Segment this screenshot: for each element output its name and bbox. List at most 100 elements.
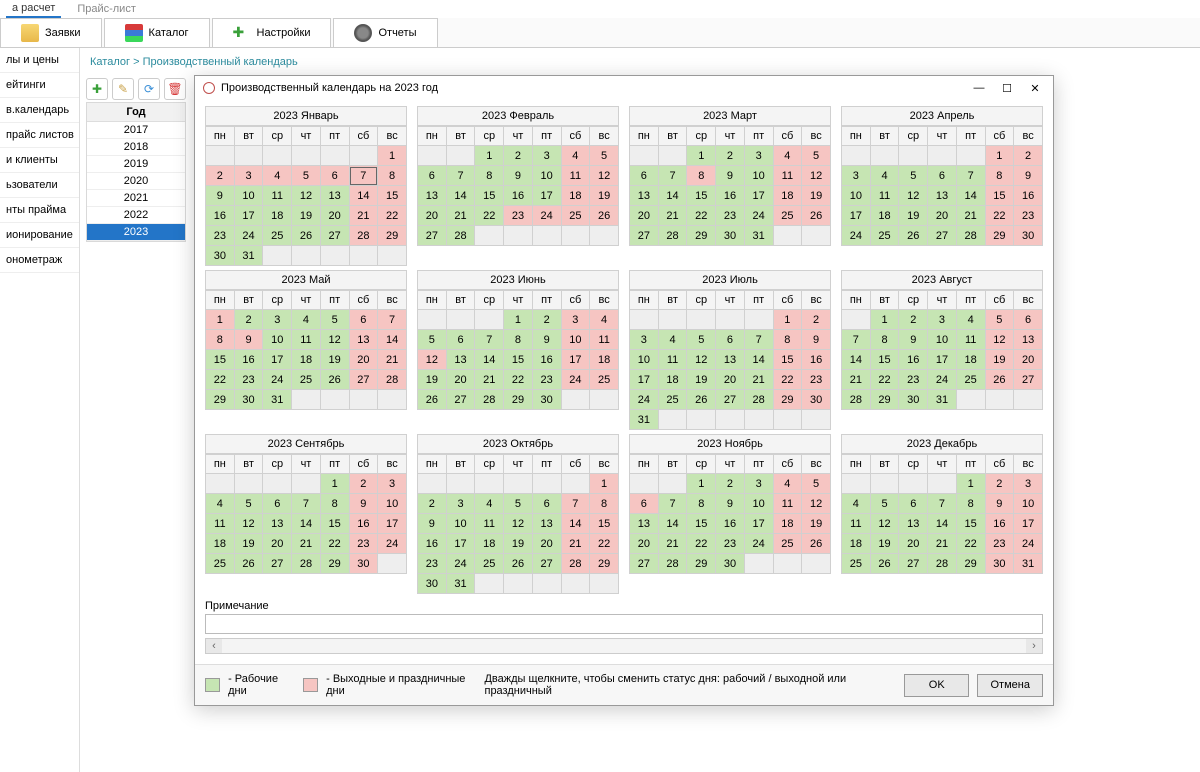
day-11-19[interactable]: 19: [802, 514, 831, 534]
day-11-23[interactable]: 23: [716, 534, 745, 554]
day-10-7[interactable]: 7: [561, 494, 590, 514]
day-1-17[interactable]: 17: [234, 206, 263, 226]
day-6-20[interactable]: 20: [446, 370, 475, 390]
day-6-29[interactable]: 29: [504, 390, 533, 410]
day-2-23[interactable]: 23: [504, 206, 533, 226]
year-2017[interactable]: 2017: [87, 122, 185, 139]
day-5-24[interactable]: 24: [263, 370, 292, 390]
day-12-10[interactable]: 10: [1014, 494, 1043, 514]
day-9-29[interactable]: 29: [320, 554, 349, 574]
note-input[interactable]: [205, 614, 1043, 634]
day-6-22[interactable]: 22: [504, 370, 533, 390]
day-10-20[interactable]: 20: [532, 534, 561, 554]
day-10-9[interactable]: 9: [418, 514, 447, 534]
day-2-3[interactable]: 3: [532, 146, 561, 166]
day-3-14[interactable]: 14: [658, 186, 687, 206]
day-10-11[interactable]: 11: [475, 514, 504, 534]
day-8-27[interactable]: 27: [1014, 370, 1043, 390]
day-6-2[interactable]: 2: [532, 310, 561, 330]
day-7-20[interactable]: 20: [716, 370, 745, 390]
day-3-12[interactable]: 12: [802, 166, 831, 186]
day-7-9[interactable]: 9: [802, 330, 831, 350]
day-6-30[interactable]: 30: [532, 390, 561, 410]
day-1-24[interactable]: 24: [234, 226, 263, 246]
day-10-13[interactable]: 13: [532, 514, 561, 534]
day-5-11[interactable]: 11: [292, 330, 321, 350]
day-7-24[interactable]: 24: [630, 390, 659, 410]
day-4-8[interactable]: 8: [985, 166, 1014, 186]
day-12-11[interactable]: 11: [842, 514, 871, 534]
day-8-12[interactable]: 12: [985, 330, 1014, 350]
day-9-13[interactable]: 13: [263, 514, 292, 534]
day-8-9[interactable]: 9: [899, 330, 928, 350]
day-8-22[interactable]: 22: [870, 370, 899, 390]
sidebar-item-8[interactable]: онометраж: [0, 248, 79, 273]
day-8-16[interactable]: 16: [899, 350, 928, 370]
day-1-29[interactable]: 29: [378, 226, 407, 246]
day-11-15[interactable]: 15: [687, 514, 716, 534]
day-3-1[interactable]: 1: [687, 146, 716, 166]
day-8-21[interactable]: 21: [842, 370, 871, 390]
subtab-calc[interactable]: а расчет: [6, 0, 61, 18]
day-1-2[interactable]: 2: [206, 166, 235, 186]
delete-button[interactable]: 🗑: [164, 78, 186, 100]
day-12-28[interactable]: 28: [928, 554, 957, 574]
day-1-9[interactable]: 9: [206, 186, 235, 206]
day-12-4[interactable]: 4: [842, 494, 871, 514]
crumb-prodcal[interactable]: Производственный календарь: [143, 56, 298, 68]
day-2-18[interactable]: 18: [561, 186, 590, 206]
day-8-5[interactable]: 5: [985, 310, 1014, 330]
day-5-31[interactable]: 31: [263, 390, 292, 410]
day-3-7[interactable]: 7: [658, 166, 687, 186]
day-3-30[interactable]: 30: [716, 226, 745, 246]
add-button[interactable]: ✚: [86, 78, 108, 100]
day-6-4[interactable]: 4: [590, 310, 619, 330]
day-9-27[interactable]: 27: [263, 554, 292, 574]
day-3-27[interactable]: 27: [630, 226, 659, 246]
day-3-23[interactable]: 23: [716, 206, 745, 226]
day-10-14[interactable]: 14: [561, 514, 590, 534]
day-11-16[interactable]: 16: [716, 514, 745, 534]
day-7-11[interactable]: 11: [658, 350, 687, 370]
day-12-12[interactable]: 12: [870, 514, 899, 534]
day-1-16[interactable]: 16: [206, 206, 235, 226]
day-3-2[interactable]: 2: [716, 146, 745, 166]
day-6-5[interactable]: 5: [418, 330, 447, 350]
day-9-19[interactable]: 19: [234, 534, 263, 554]
day-8-10[interactable]: 10: [928, 330, 957, 350]
day-1-28[interactable]: 28: [349, 226, 378, 246]
day-11-28[interactable]: 28: [658, 554, 687, 574]
day-1-20[interactable]: 20: [320, 206, 349, 226]
cancel-button[interactable]: Отмена: [977, 674, 1043, 697]
day-4-20[interactable]: 20: [928, 206, 957, 226]
day-1-5[interactable]: 5: [292, 166, 321, 186]
day-11-2[interactable]: 2: [716, 474, 745, 494]
day-11-21[interactable]: 21: [658, 534, 687, 554]
day-6-15[interactable]: 15: [504, 350, 533, 370]
day-3-20[interactable]: 20: [630, 206, 659, 226]
day-12-25[interactable]: 25: [842, 554, 871, 574]
day-7-14[interactable]: 14: [744, 350, 773, 370]
day-11-7[interactable]: 7: [658, 494, 687, 514]
day-11-3[interactable]: 3: [744, 474, 773, 494]
day-1-21[interactable]: 21: [349, 206, 378, 226]
day-9-30[interactable]: 30: [349, 554, 378, 574]
ok-button[interactable]: OK: [904, 674, 970, 697]
day-8-18[interactable]: 18: [956, 350, 985, 370]
day-8-25[interactable]: 25: [956, 370, 985, 390]
day-6-11[interactable]: 11: [590, 330, 619, 350]
day-12-30[interactable]: 30: [985, 554, 1014, 574]
day-12-21[interactable]: 21: [928, 534, 957, 554]
day-5-29[interactable]: 29: [206, 390, 235, 410]
day-8-4[interactable]: 4: [956, 310, 985, 330]
day-10-21[interactable]: 21: [561, 534, 590, 554]
day-4-6[interactable]: 6: [928, 166, 957, 186]
day-7-23[interactable]: 23: [802, 370, 831, 390]
day-9-22[interactable]: 22: [320, 534, 349, 554]
day-8-17[interactable]: 17: [928, 350, 957, 370]
day-7-22[interactable]: 22: [773, 370, 802, 390]
day-5-27[interactable]: 27: [349, 370, 378, 390]
day-6-25[interactable]: 25: [590, 370, 619, 390]
day-2-22[interactable]: 22: [475, 206, 504, 226]
day-10-30[interactable]: 30: [418, 574, 447, 594]
